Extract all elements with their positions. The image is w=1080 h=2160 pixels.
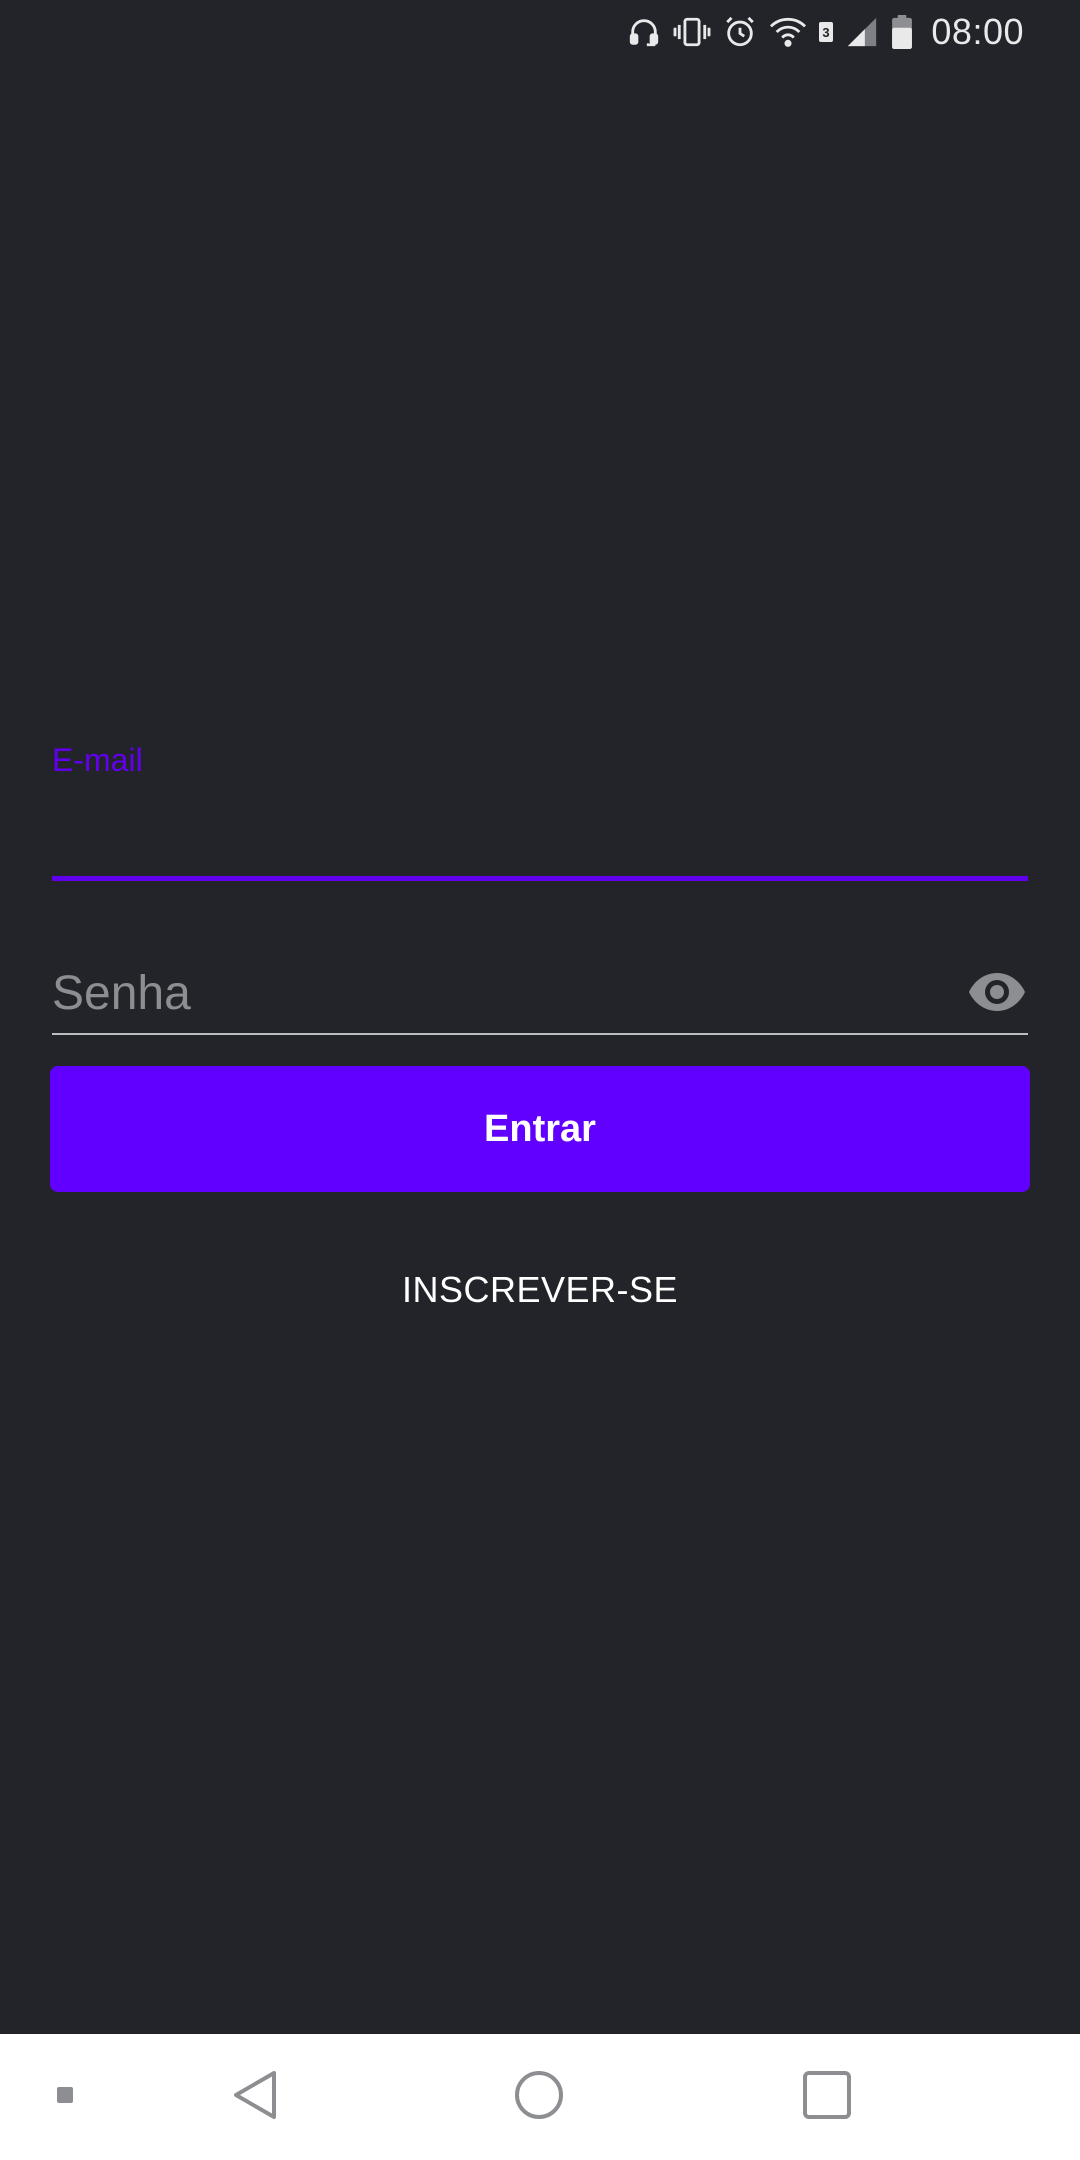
wifi-icon [769,15,807,49]
email-field[interactable] [52,790,1028,866]
navigation-bar [0,2034,1080,2160]
headset-icon [627,15,661,49]
password-field[interactable] [52,958,952,1028]
password-underline [52,1033,1028,1035]
alarm-icon [723,15,757,49]
signal-icon [845,15,879,49]
vibrate-icon [673,15,711,49]
svg-text:3: 3 [823,25,830,40]
dot-icon [56,2086,74,2109]
eye-icon [967,971,1027,1018]
email-label: E-mail [52,742,143,778]
login-screen: 3 08:00 E-mail Entrar INSCREVER-SE [0,0,1080,2160]
email-underline [52,876,1028,881]
show-password-button[interactable] [966,966,1028,1022]
nav-back-button[interactable] [210,2034,300,2160]
back-icon [230,2069,280,2126]
nav-dot-button[interactable] [40,2034,90,2160]
status-icons: 3 08:00 [627,10,1024,54]
battery-icon [891,15,913,49]
status-bar: 3 08:00 [0,0,1080,64]
recents-icon [802,2070,852,2125]
status-time: 08:00 [931,11,1024,52]
home-icon [513,2069,565,2126]
sim-3-icon: 3 [819,22,834,42]
nav-recents-button[interactable] [782,2034,872,2160]
nav-home-button[interactable] [494,2034,584,2160]
signup-button[interactable]: INSCREVER-SE [0,1262,1080,1318]
login-button[interactable]: Entrar [50,1066,1030,1192]
